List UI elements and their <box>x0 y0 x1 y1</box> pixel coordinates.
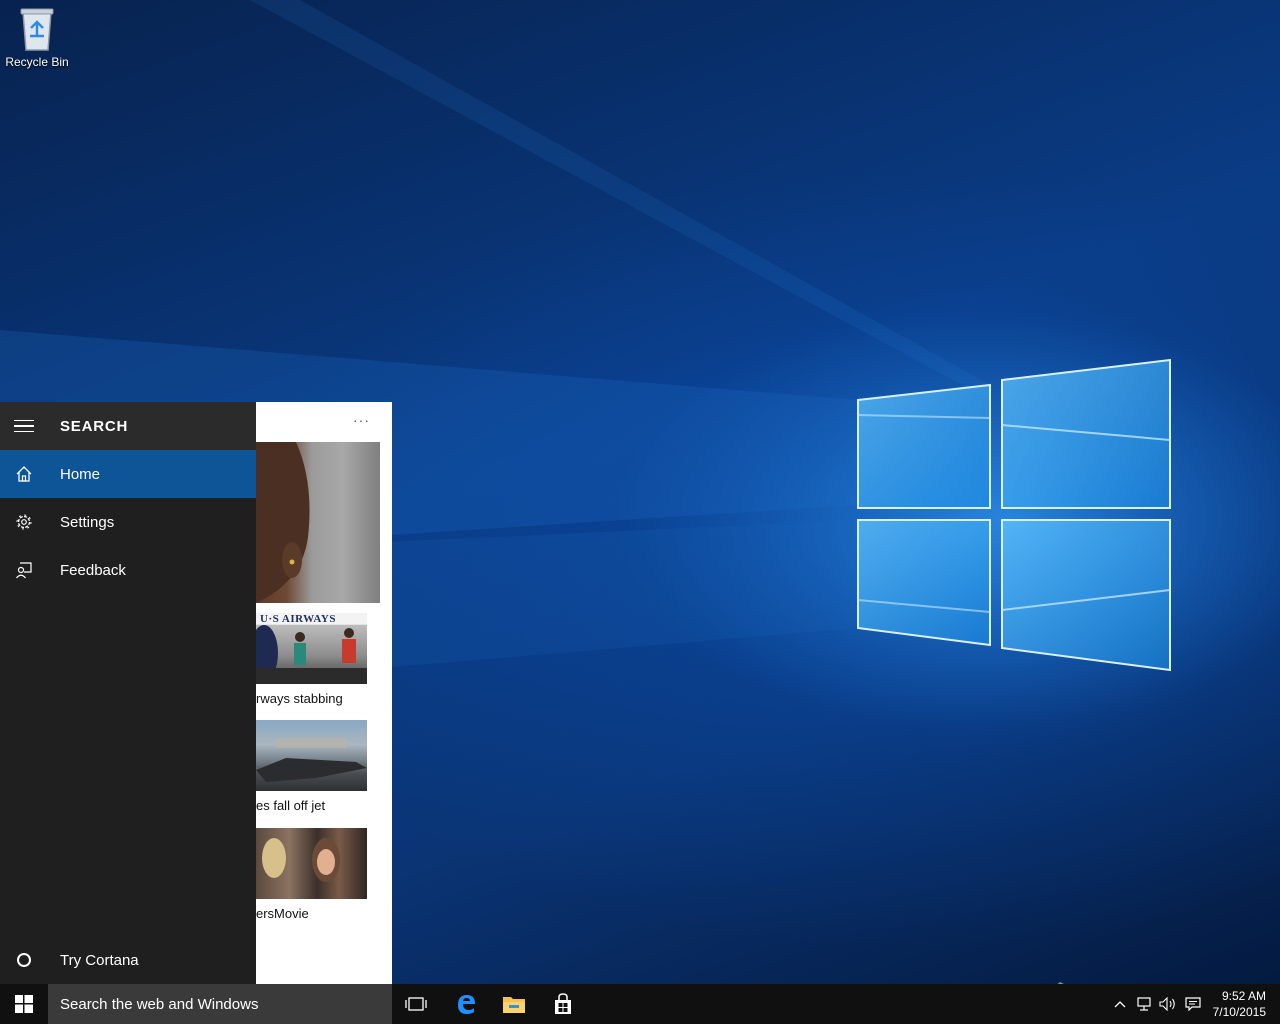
windows-logo-icon <box>15 995 33 1013</box>
folder-icon <box>503 997 525 1013</box>
more-options-button[interactable]: ··· <box>353 412 370 428</box>
gear-icon <box>0 513 48 531</box>
news-thumbnail-jet[interactable] <box>256 720 367 791</box>
chevron-up-icon <box>1114 1001 1126 1008</box>
recycle-bin-icon <box>20 8 54 51</box>
notification-icon <box>1185 997 1201 1011</box>
search-input[interactable] <box>60 995 380 1013</box>
task-view-button[interactable] <box>392 984 440 1024</box>
recycle-bin-label: Recycle Bin <box>5 55 69 69</box>
news-caption-airways[interactable]: rways stabbing <box>256 691 343 706</box>
file-explorer-button[interactable] <box>490 984 538 1024</box>
search-panel: SEARCH Home Settings Feedback Try Cortan… <box>0 402 392 984</box>
hamburger-menu-button[interactable] <box>0 402 48 450</box>
clock-date: 7/10/2015 <box>1212 1005 1266 1019</box>
task-view-icon <box>405 997 427 1011</box>
nav-item-feedback[interactable]: Feedback <box>0 546 256 594</box>
network-button[interactable] <box>1132 984 1156 1024</box>
nav-item-settings[interactable]: Settings <box>0 498 256 546</box>
nav-item-home-label: Home <box>60 465 101 483</box>
search-nav-pane: SEARCH Home Settings Feedback Try Cortan… <box>0 402 256 984</box>
cortana-circle-icon <box>0 951 48 969</box>
edge-icon <box>458 995 475 1014</box>
store-button[interactable] <box>539 984 587 1024</box>
taskbar: 9:52 AM 7/10/2015 <box>0 984 1280 1024</box>
start-button[interactable] <box>0 984 48 1024</box>
news-thumbnail-airways[interactable]: U·S AIRWAYS <box>256 613 367 684</box>
search-home-content: ··· U·S AIRWAYS rways stabbing es fall o… <box>256 402 392 984</box>
edge-browser-button[interactable] <box>442 984 490 1024</box>
taskbar-search-box[interactable] <box>48 984 392 1024</box>
feedback-icon <box>0 561 48 579</box>
nav-item-feedback-label: Feedback <box>60 561 126 579</box>
news-hero-image[interactable] <box>256 442 380 603</box>
action-center-button[interactable] <box>1181 984 1205 1024</box>
news-thumbnail-movie[interactable] <box>256 828 367 899</box>
news-caption-movie[interactable]: ersMovie <box>256 906 309 921</box>
nav-item-settings-label: Settings <box>60 513 115 531</box>
nav-item-home[interactable]: Home <box>0 450 256 498</box>
home-icon <box>0 465 48 483</box>
search-title: SEARCH <box>60 417 129 435</box>
try-cortana-button[interactable]: Try Cortana <box>0 936 256 984</box>
network-icon <box>1137 997 1151 1011</box>
try-cortana-label: Try Cortana <box>60 951 139 969</box>
show-hidden-icons-button[interactable] <box>1108 984 1132 1024</box>
clock-time: 9:52 AM <box>1221 989 1266 1003</box>
system-clock[interactable]: 9:52 AM 7/10/2015 <box>1213 988 1266 1020</box>
store-bag-icon <box>555 993 571 1014</box>
news-caption-jet[interactable]: es fall off jet <box>256 798 325 813</box>
volume-button[interactable] <box>1156 984 1180 1024</box>
recycle-bin-shortcut[interactable]: Recycle Bin <box>2 6 72 76</box>
search-nav-header: SEARCH <box>0 402 256 450</box>
speaker-icon <box>1159 997 1175 1011</box>
